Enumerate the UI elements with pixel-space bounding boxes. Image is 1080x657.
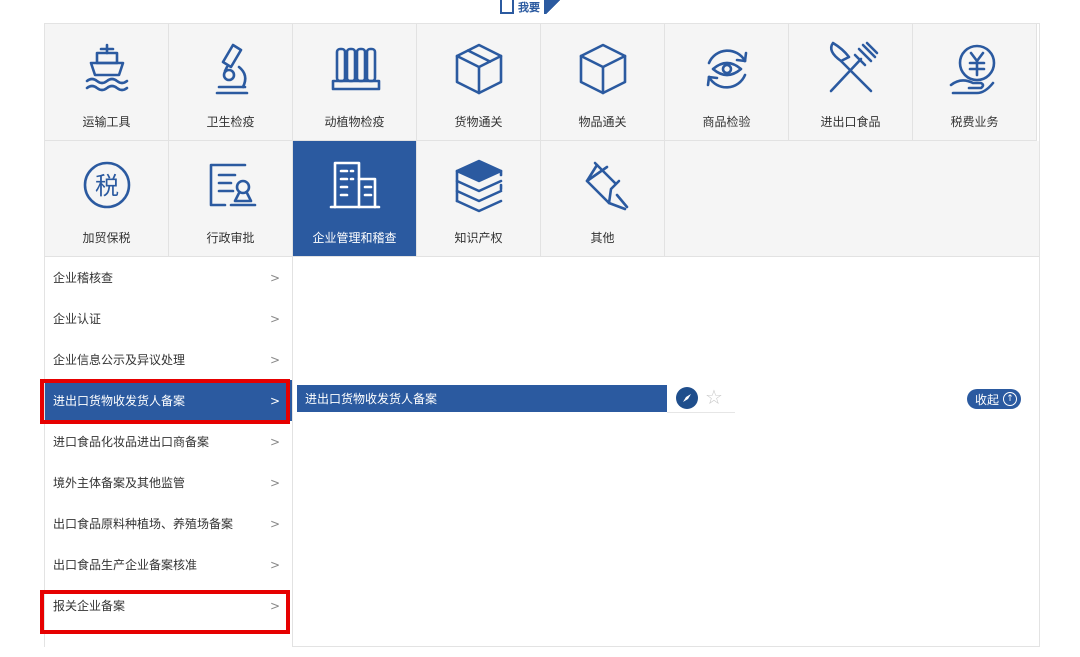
menu-item-label: 进口食品化妆品进出口商备案: [53, 435, 210, 449]
sub-item-label: 进出口货物收发货人备案: [305, 392, 438, 406]
menu-item-farm-filing[interactable]: 出口食品原料种植场、养殖场备案 >: [45, 503, 292, 544]
tile-label: 商品检验: [702, 115, 751, 129]
menu-item-label: 企业信息公示及异议处理: [53, 353, 186, 367]
category-row-1: 运输工具 卫生检疫 动植物检疫 货物通关 物品通关 商品检验 进出口食品 税费业…: [45, 24, 1039, 141]
tile-label: 运输工具: [82, 115, 131, 129]
category-row-2: 税 加贸保税 行政审批 企业管理和稽查 知识产权 其他: [45, 141, 1039, 257]
books-icon: [449, 155, 509, 215]
tile-label: 卫生检疫: [206, 115, 255, 129]
tile-label: 进出口食品: [820, 115, 881, 129]
tile-label: 其他: [590, 231, 615, 245]
menu-item-enterprise-audit[interactable]: 企业稽核查 >: [45, 257, 292, 298]
tile-label: 税费业务: [950, 115, 999, 129]
menu-item-enterprise-certification[interactable]: 企业认证 >: [45, 298, 292, 339]
tile-intellectual-property[interactable]: 知识产权: [417, 141, 541, 257]
brand-logo-icon: [500, 0, 514, 14]
compass-icon[interactable]: [676, 387, 698, 409]
tile-label: 货物通关: [454, 115, 503, 129]
tile-cargo-clearance[interactable]: 货物通关: [417, 24, 541, 141]
chevron-right-icon: >: [269, 352, 280, 367]
tile-empty-area: [665, 141, 1039, 257]
chevron-right-icon: >: [269, 434, 280, 449]
tile-label: 加贸保税: [82, 231, 131, 245]
divider: [667, 412, 735, 413]
menu-item-label: 企业稽核查: [53, 271, 114, 285]
sub-item-consignor-filing[interactable]: 进出口货物收发货人备案: [297, 385, 667, 412]
tile-transport[interactable]: 运输工具: [45, 24, 169, 141]
pin-icon: [573, 155, 633, 215]
brand-mark-icon: [544, 0, 560, 14]
eye-rotate-icon: [697, 39, 757, 99]
chevron-right-icon: >: [269, 557, 280, 572]
yen-hand-icon: [945, 39, 1005, 99]
menu-item-label: 出口食品原料种植场、养殖场备案: [53, 517, 234, 531]
tile-processing-trade-bonded[interactable]: 税 加贸保税: [45, 141, 169, 257]
menu-item-overseas-entity-filing[interactable]: 境外主体备案及其他监管 >: [45, 462, 292, 503]
microscope-icon: [201, 39, 261, 99]
chevron-right-icon: >: [269, 516, 280, 531]
tile-tax-business[interactable]: 税费业务: [913, 24, 1037, 141]
tile-health-quarantine[interactable]: 卫生检疫: [169, 24, 293, 141]
menu-item-consignor-filing[interactable]: 进出口货物收发货人备案 >: [45, 380, 292, 421]
tile-label: 动植物检疫: [324, 115, 385, 129]
chevron-right-icon: >: [269, 475, 280, 490]
enterprise-submenu: 企业稽核查 > 企业认证 > 企业信息公示及异议处理 > 进出口货物收发货人备案…: [45, 257, 293, 647]
menu-item-label: 企业认证: [53, 312, 102, 326]
brand-text: 我要: [518, 1, 540, 14]
service-panel: 运输工具 卫生检疫 动植物检疫 货物通关 物品通关 商品检验 进出口食品 税费业…: [44, 23, 1040, 647]
tile-commodity-inspection[interactable]: 商品检验: [665, 24, 789, 141]
tile-goods-clearance[interactable]: 物品通关: [541, 24, 665, 141]
category-grid: 运输工具 卫生检疫 动植物检疫 货物通关 物品通关 商品检验 进出口食品 税费业…: [45, 24, 1039, 257]
building-icon: [325, 155, 385, 215]
menu-item-label: 境外主体备案及其他监管: [53, 476, 186, 490]
star-icon[interactable]: ☆: [705, 386, 723, 408]
tile-label: 企业管理和稽查: [312, 231, 397, 245]
tile-import-export-food[interactable]: 进出口食品: [789, 24, 913, 141]
tile-label: 物品通关: [578, 115, 627, 129]
menu-item-label: 出口食品生产企业备案核准: [53, 558, 198, 572]
tile-animal-plant-quarantine[interactable]: 动植物检疫: [293, 24, 417, 141]
menu-item-label: 报关企业备案: [53, 599, 126, 613]
tile-other[interactable]: 其他: [541, 141, 665, 257]
fork-knife-icon: [821, 39, 881, 99]
approval-icon: [201, 155, 261, 215]
chevron-right-icon: >: [269, 270, 280, 285]
menu-item-info-disclosure[interactable]: 企业信息公示及异议处理 >: [45, 339, 292, 380]
tile-enterprise-management[interactable]: 企业管理和稽查: [293, 141, 417, 257]
menu-item-food-producer-filing[interactable]: 出口食品生产企业备案核准 >: [45, 544, 292, 585]
box-icon: [573, 39, 633, 99]
chevron-right-icon: >: [269, 393, 280, 408]
tile-label: 知识产权: [454, 231, 503, 245]
svg-text:税: 税: [95, 172, 119, 200]
menu-item-label: 进出口货物收发货人备案: [53, 394, 186, 408]
tile-label: 行政审批: [206, 231, 255, 245]
collapse-label: 收起: [975, 392, 1000, 407]
brand-header: 我要: [500, 0, 560, 14]
arrow-up-circle-icon: ↑: [1003, 392, 1018, 406]
columns-icon: [325, 39, 385, 99]
tile-administrative-approval[interactable]: 行政审批: [169, 141, 293, 257]
package-icon: [449, 39, 509, 99]
ship-icon: [77, 39, 137, 99]
chevron-right-icon: >: [269, 311, 280, 326]
chevron-right-icon: >: [269, 598, 280, 613]
tax-circle-icon: 税: [77, 155, 137, 215]
collapse-button[interactable]: 收起 ↑: [967, 389, 1022, 409]
menu-item-customs-broker-filing[interactable]: 报关企业备案 >: [45, 585, 292, 626]
menu-item-food-cosmetics-filing[interactable]: 进口食品化妆品进出口商备案 >: [45, 421, 292, 462]
